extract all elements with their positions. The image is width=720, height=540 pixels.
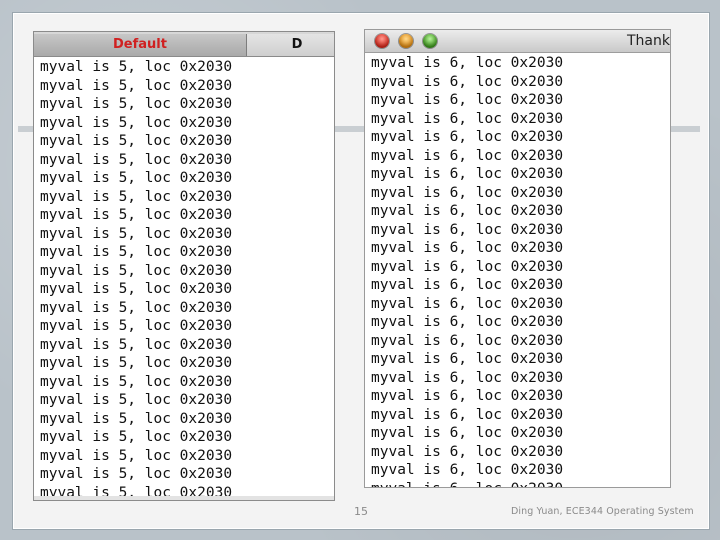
terminal-output-left: myval is 5, loc 0x2030 myval is 5, loc 0x… xyxy=(40,58,232,500)
terminal-line: myval is 5, loc 0x2030 xyxy=(40,188,233,205)
decorative-bar-right xyxy=(670,126,700,132)
terminal-line: myval is 6, loc 0x2030 xyxy=(371,73,564,90)
scroll-strip xyxy=(34,496,334,500)
terminal-line: myval is 6, loc 0x2030 xyxy=(371,351,564,367)
zoom-button[interactable] xyxy=(423,34,437,48)
terminal-line: myval is 5, loc 0x2030 xyxy=(40,355,233,371)
terminal-line: myval is 6, loc 0x2030 xyxy=(371,295,564,312)
terminal-line: myval is 6, loc 0x2030 xyxy=(371,406,564,423)
terminal-line: myval is 5, loc 0x2030 xyxy=(40,262,233,279)
terminal-line: myval is 5, loc 0x2030 xyxy=(40,299,233,316)
terminal-line: myval is 5, loc 0x2030 xyxy=(40,133,233,149)
terminal-line: myval is 5, loc 0x2030 xyxy=(40,151,233,168)
tab-default[interactable]: Default xyxy=(34,34,247,56)
terminal-line: myval is 5, loc 0x2030 xyxy=(40,170,233,186)
close-button[interactable] xyxy=(375,34,389,48)
terminal-line: myval is 6, loc 0x2030 xyxy=(371,277,564,293)
terminal-line: myval is 6, loc 0x2030 xyxy=(371,258,564,275)
page-number: 15 xyxy=(354,505,368,518)
terminal-line: myval is 5, loc 0x2030 xyxy=(40,336,233,353)
terminal-line: myval is 5, loc 0x2030 xyxy=(40,318,233,334)
terminal-line: myval is 5, loc 0x2030 xyxy=(40,392,233,408)
terminal-line: myval is 5, loc 0x2030 xyxy=(40,207,233,223)
window-title: Thank xyxy=(627,33,670,49)
title-bar: Thank xyxy=(365,30,670,53)
terminal-line: myval is 5, loc 0x2030 xyxy=(40,429,233,445)
terminal-line: myval is 6, loc 0x2030 xyxy=(371,425,564,441)
terminal-line: myval is 6, loc 0x2030 xyxy=(371,166,564,182)
terminal-line: myval is 6, loc 0x2030 xyxy=(371,462,564,478)
terminal-line: myval is 6, loc 0x2030 xyxy=(371,332,564,349)
terminal-line: myval is 5, loc 0x2030 xyxy=(40,244,233,260)
terminal-line: myval is 6, loc 0x2030 xyxy=(371,203,564,219)
terminal-line: myval is 6, loc 0x2030 xyxy=(371,184,564,201)
terminal-line: myval is 5, loc 0x2030 xyxy=(40,466,233,482)
terminal-line: myval is 6, loc 0x2030 xyxy=(371,369,564,386)
terminal-line: myval is 5, loc 0x2030 xyxy=(40,77,233,94)
terminal-line: myval is 6, loc 0x2030 xyxy=(371,92,564,108)
footer-credit: Ding Yuan, ECE344 Operating System xyxy=(511,506,694,517)
terminal-line: myval is 6, loc 0x2030 xyxy=(371,388,564,404)
terminal-line: myval is 6, loc 0x2030 xyxy=(371,110,564,127)
terminal-line: myval is 6, loc 0x2030 xyxy=(371,147,564,164)
terminal-line: myval is 5, loc 0x2030 xyxy=(40,373,233,390)
terminal-line: myval is 5, loc 0x2030 xyxy=(40,281,233,297)
terminal-line: myval is 6, loc 0x2030 xyxy=(371,240,564,256)
terminal-line: myval is 5, loc 0x2030 xyxy=(40,59,233,75)
terminal-line: myval is 6, loc 0x2030 xyxy=(371,221,564,238)
decorative-bar-middle xyxy=(334,126,368,132)
terminal-line: myval is 5, loc 0x2030 xyxy=(40,96,233,112)
terminal-line: myval is 6, loc 0x2030 xyxy=(371,480,563,488)
terminal-output-right: myval is 6, loc 0x2030 myval is 6, loc 0x… xyxy=(371,54,563,487)
terminal-line: myval is 6, loc 0x2030 xyxy=(371,129,564,145)
terminal-window-right: Thank myval is 6, loc 0x2030 myval is 6, … xyxy=(365,30,670,487)
terminal-line: myval is 6, loc 0x2030 xyxy=(371,314,564,330)
terminal-line: myval is 5, loc 0x2030 xyxy=(40,225,233,242)
tab-bar: Default D xyxy=(34,32,334,57)
terminal-line: myval is 5, loc 0x2030 xyxy=(40,410,233,427)
terminal-line: myval is 5, loc 0x2030 xyxy=(40,447,233,464)
terminal-window-left: Default D myval is 5, loc 0x2030 myval is… xyxy=(34,32,334,500)
minimize-button[interactable] xyxy=(399,34,413,48)
terminal-line: myval is 6, loc 0x2030 xyxy=(371,55,564,71)
terminal-line: myval is 5, loc 0x2030 xyxy=(40,114,233,131)
tab-second[interactable]: D xyxy=(247,34,334,56)
terminal-line: myval is 6, loc 0x2030 xyxy=(371,443,564,460)
